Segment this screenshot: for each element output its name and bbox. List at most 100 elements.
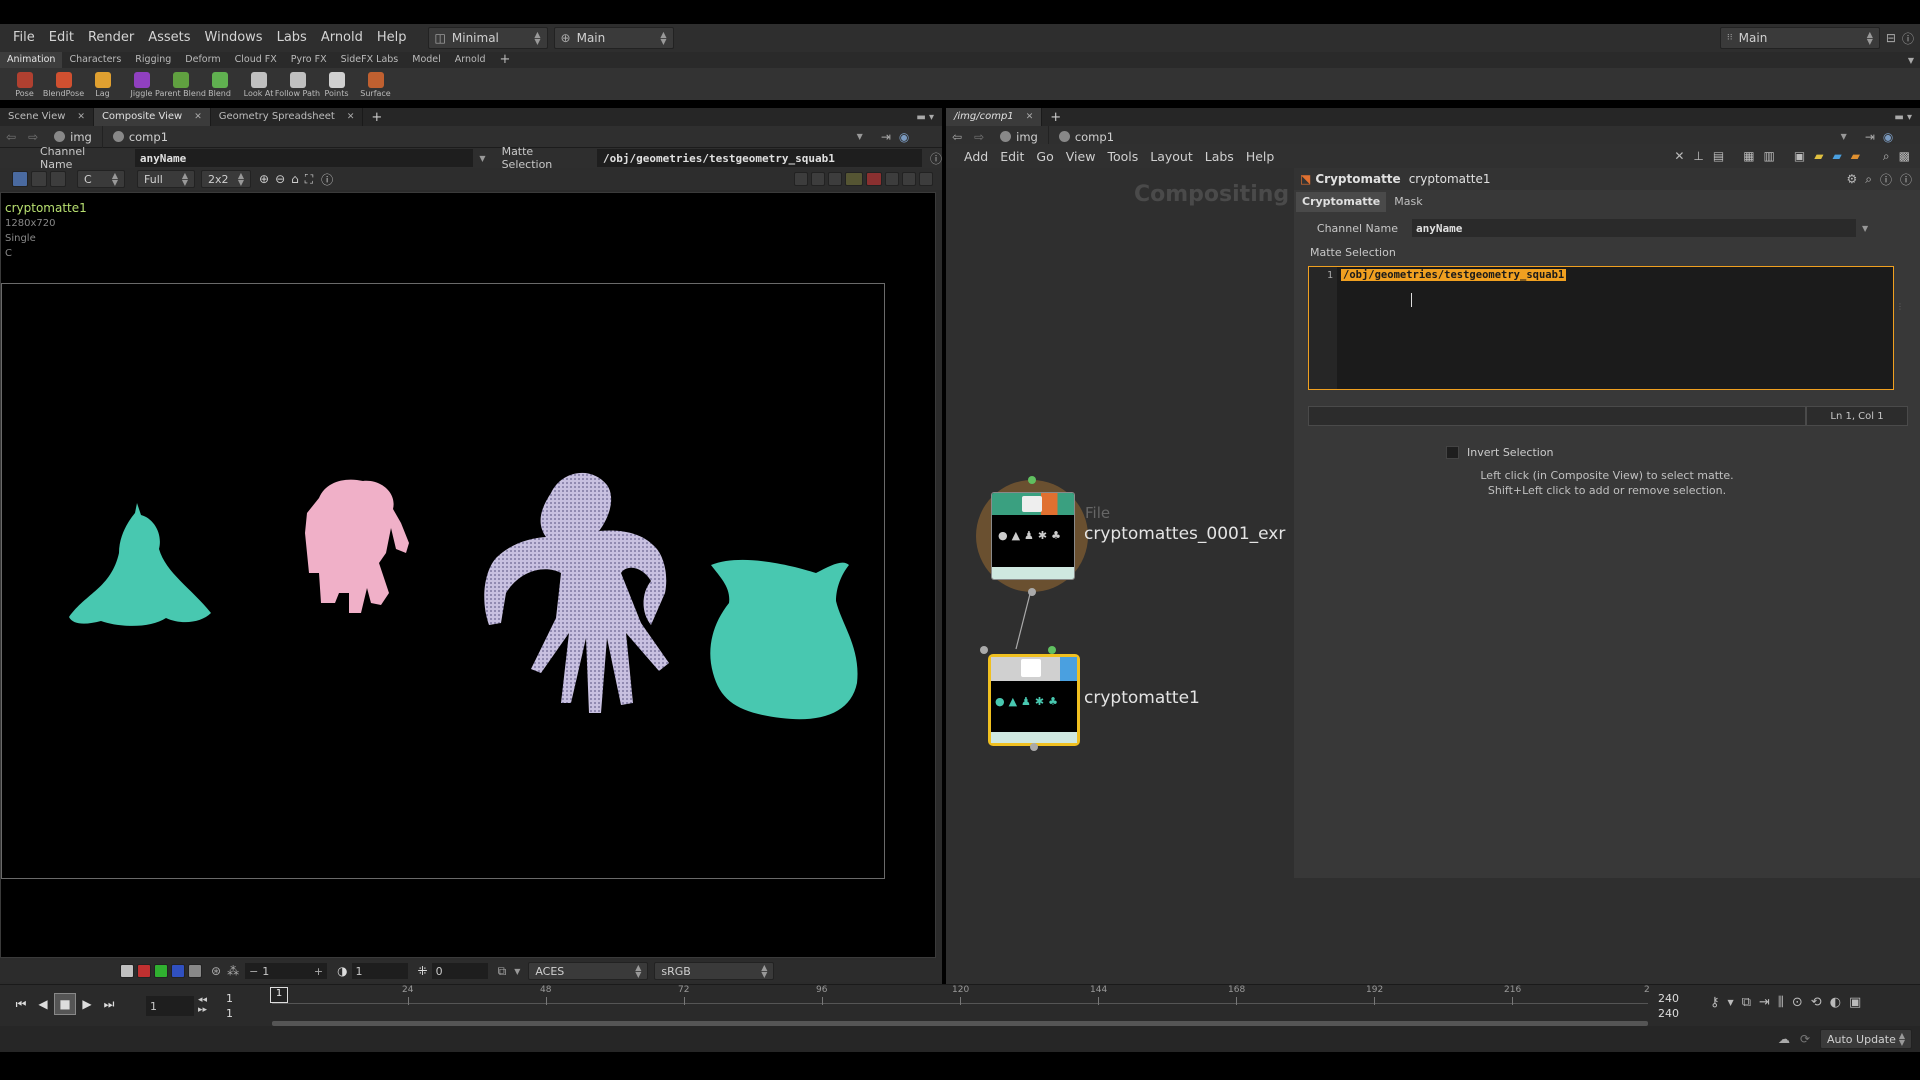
net-menu-help[interactable]: Help <box>1240 149 1281 164</box>
shelf-tab-sidefxlabs[interactable]: SideFX Labs <box>334 52 406 68</box>
close-icon[interactable]: ✕ <box>77 108 85 126</box>
forward-icon[interactable]: ⇨ <box>22 130 44 144</box>
close-icon[interactable]: ✕ <box>194 108 202 126</box>
playhead[interactable]: 1 <box>270 987 288 1003</box>
dropdown-icon[interactable]: ▼ <box>479 154 485 163</box>
step-buttons[interactable]: ◂◂ ▸▸ <box>198 995 207 1015</box>
composite-viewport[interactable]: cryptomatte1 1280x720 Single C <box>0 192 936 958</box>
menu-labs[interactable]: Labs <box>270 24 314 52</box>
tool-surface[interactable]: Surface <box>356 70 395 98</box>
menu-arnold[interactable]: Arnold <box>314 24 370 52</box>
overlay-icon[interactable] <box>794 172 808 186</box>
menu-render[interactable]: Render <box>81 24 141 52</box>
tab-geometry-spreadsheet[interactable]: Geometry Spreadsheet ✕ <box>211 108 364 126</box>
audio-icon[interactable]: ⫼ <box>1778 995 1784 1010</box>
zoom-selector[interactable]: 2x2 ▲ ▼ <box>201 170 251 188</box>
tool-look-at[interactable]: Look At <box>239 70 278 98</box>
output-connector[interactable] <box>1028 588 1036 596</box>
search-icon[interactable]: ⌕ <box>1883 149 1890 164</box>
sim-icon[interactable]: ◐ <box>1830 995 1841 1010</box>
net-menu-add[interactable]: Add <box>958 149 994 164</box>
offset-field[interactable]: 0 <box>431 963 488 979</box>
menu-file[interactable]: File <box>6 24 42 52</box>
add-tab-icon[interactable]: + <box>1042 110 1069 125</box>
shelf-tab-deform[interactable]: Deform <box>178 52 227 68</box>
tab-composite-view[interactable]: Composite View ✕ <box>93 108 211 126</box>
back-icon[interactable]: ⇦ <box>946 130 968 144</box>
shelf-tab-arnold[interactable]: Arnold <box>448 52 493 68</box>
tab-img-comp1[interactable]: /img/comp1 ✕ <box>946 108 1043 126</box>
display-selector[interactable]: sRGB ▲ ▼ <box>654 962 775 980</box>
compare-icon[interactable]: ⊛ <box>211 964 221 978</box>
timeline-ruler[interactable]: 1 24 48 72 96 120 144 168 192 216 2 <box>270 985 1650 1011</box>
file-node-name[interactable]: cryptomattes_0001_exr <box>1084 524 1285 544</box>
pane-toggle-icon[interactable]: ⊟ <box>1886 31 1896 45</box>
info-icon[interactable]: ⓘ <box>321 171 333 188</box>
magnet-icon[interactable] <box>866 172 882 186</box>
dropdown-icon[interactable]: ▼ <box>1728 998 1734 1007</box>
checker-icon[interactable] <box>885 172 899 186</box>
rgb-channel-icon[interactable] <box>120 964 134 978</box>
wrench-icon[interactable]: ✕ <box>1674 149 1684 163</box>
tab-scene-view[interactable]: Scene View ✕ <box>0 108 94 126</box>
display-options-icon[interactable]: ▩ <box>1899 149 1910 163</box>
node-name-field[interactable]: cryptomatte1 <box>1409 172 1491 186</box>
input-connector[interactable] <box>980 646 988 654</box>
go-to-start-icon[interactable]: ⏮ <box>10 993 32 1015</box>
dropdown-icon[interactable]: ▼ <box>1862 224 1868 233</box>
context-selector[interactable]: ⊕ Main ▲ ▼ <box>553 27 674 49</box>
param-tab-mask[interactable]: Mask <box>1386 192 1430 212</box>
shelf-tab-animation[interactable]: Animation <box>0 52 63 68</box>
realtime-icon[interactable]: ⊙ <box>1792 995 1803 1010</box>
layout-icon[interactable] <box>919 172 933 186</box>
sticky-icon[interactable]: ▰ <box>1832 149 1841 163</box>
menu-windows[interactable]: Windows <box>198 24 270 52</box>
range-start[interactable]: 11 <box>226 991 233 1021</box>
play-backward-icon[interactable]: ◀ <box>32 993 54 1015</box>
pixel-icon[interactable] <box>845 172 863 186</box>
desktop-selector[interactable]: ◫ Minimal ▲ ▼ <box>427 27 548 49</box>
settings-icon[interactable]: ▣ <box>1849 995 1861 1010</box>
box-icon[interactable]: ▰ <box>1851 149 1860 163</box>
network-lower-area[interactable] <box>1294 878 1920 984</box>
plane-selector[interactable]: C ▲ ▼ <box>77 170 125 188</box>
breadcrumb-comp1[interactable]: comp1 ▼ <box>103 126 873 148</box>
matte-selection-field[interactable]: /obj/geometries/testgeometry_squab1 <box>597 149 922 167</box>
lut-icon[interactable]: ⧉ <box>498 964 507 979</box>
dopesheet-icon[interactable]: ⧉ <box>1742 995 1751 1010</box>
tool-follow-path[interactable]: Follow Path <box>275 70 320 98</box>
pane-menu-icon[interactable]: ▬ ▾ <box>916 112 934 123</box>
stop-icon[interactable]: ■ <box>54 993 76 1015</box>
tool-lag[interactable]: Lag <box>83 70 122 98</box>
pin-icon[interactable]: ⇥ <box>881 130 891 144</box>
help-icon[interactable]: ⓘ <box>1902 30 1914 47</box>
shelf-tab-rigging[interactable]: Rigging <box>128 52 178 68</box>
menu-help[interactable]: Help <box>370 24 414 52</box>
close-icon[interactable]: ✕ <box>347 108 355 126</box>
refresh-icon[interactable]: ⟳ <box>1800 1032 1810 1046</box>
pin-icon[interactable]: ⇥ <box>1865 130 1875 144</box>
go-to-end-icon[interactable]: ⏭ <box>98 993 120 1015</box>
sparkle-icon[interactable]: ⁂ <box>227 964 239 978</box>
shelf-tab-cloudfx[interactable]: Cloud FX <box>228 52 284 68</box>
loop-icon[interactable]: ⟲ <box>1811 995 1822 1010</box>
tool-pose[interactable]: Pose <box>5 70 44 98</box>
view-mode-icon[interactable] <box>12 171 28 187</box>
param-tab-cryptomatte[interactable]: Cryptomatte <box>1296 192 1387 212</box>
link-icon[interactable]: ◉ <box>1883 130 1893 144</box>
list-icon[interactable]: ▤ <box>1713 149 1724 163</box>
close-icon[interactable]: ✕ <box>1026 108 1034 126</box>
add-shelf-icon[interactable]: + <box>493 52 518 68</box>
invert-selection-checkbox[interactable] <box>1446 446 1459 459</box>
range-icon[interactable]: ⇥ <box>1759 995 1770 1010</box>
file-node[interactable]: ●▲♟✱♣ <box>976 476 1088 596</box>
menu-edit[interactable]: Edit <box>42 24 81 52</box>
tile-icon[interactable] <box>902 172 916 186</box>
net-menu-labs[interactable]: Labs <box>1199 149 1240 164</box>
update-mode-selector[interactable]: Auto Update ▲ ▼ <box>1820 1029 1912 1049</box>
net-menu-edit[interactable]: Edit <box>994 149 1030 164</box>
table-icon[interactable]: ▥ <box>1764 149 1775 163</box>
tool-points[interactable]: Points <box>317 70 356 98</box>
right-context-selector[interactable]: ⁝⁝ Main ▲ ▼ <box>1719 27 1880 49</box>
blue-channel-icon[interactable] <box>171 964 185 978</box>
